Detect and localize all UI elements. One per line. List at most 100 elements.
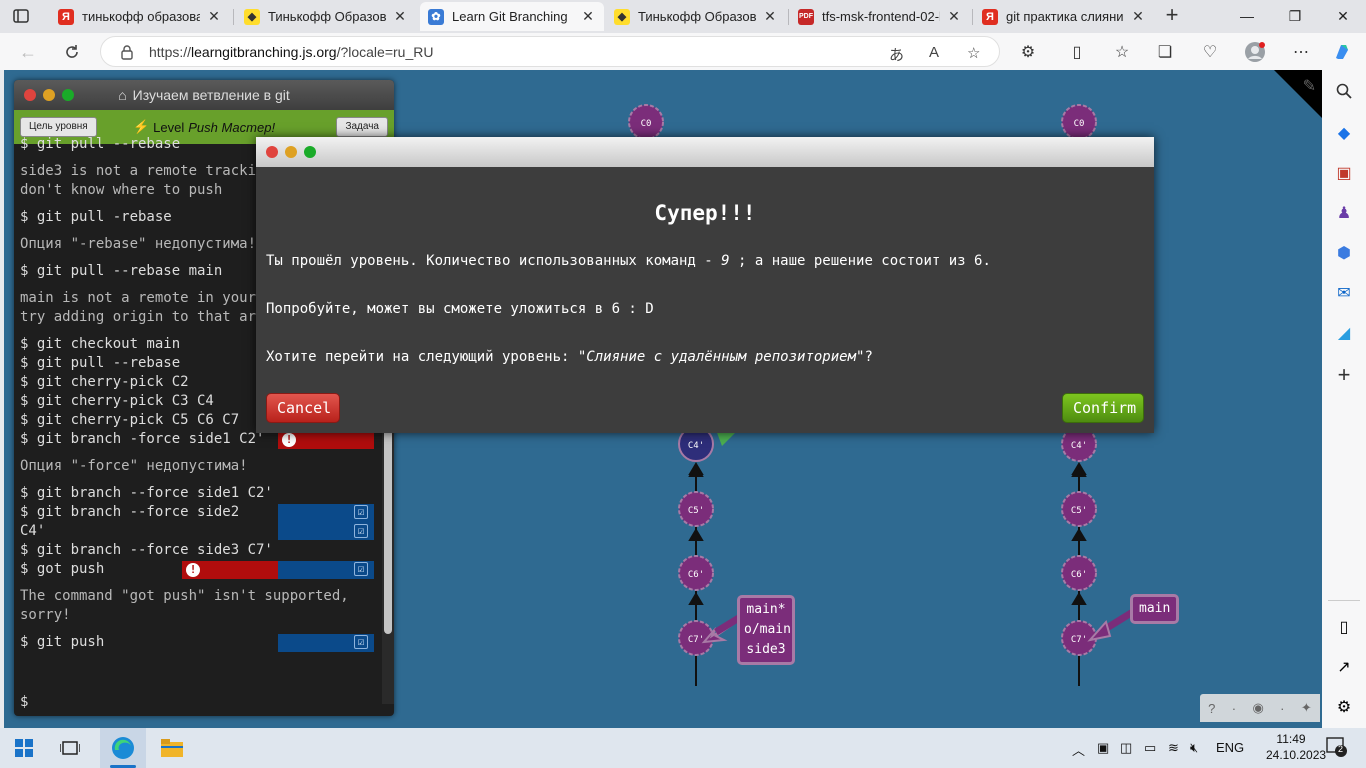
search-icon[interactable] — [1333, 80, 1355, 102]
windows-start-icon[interactable] — [10, 734, 38, 762]
input-language[interactable]: ENG — [1216, 740, 1244, 755]
close-tab-icon[interactable]: ✕ — [206, 8, 222, 25]
commit-node[interactable]: C0 — [628, 104, 664, 140]
minimize-dot-icon[interactable] — [43, 89, 55, 101]
twitter-icon[interactable]: ✦ — [1301, 700, 1312, 716]
edge-taskbar-icon[interactable] — [100, 728, 146, 768]
branch-label-main[interactable]: main — [1130, 594, 1180, 624]
windows-taskbar: ︿ ▣ ◫ ▭ ≋ 🔇︎ ENG 11:49 24.10.2023 2 — [0, 728, 1366, 768]
battery-icon[interactable]: ▭ — [1144, 740, 1156, 756]
browser-tab-5[interactable]: PDF tfs-msk-frontend-02-h ✕ — [790, 2, 970, 31]
clock-time: 11:49 — [1276, 732, 1306, 746]
level-task-button[interactable]: Задача — [336, 117, 388, 137]
tray-device-icon[interactable]: ◫ — [1120, 740, 1132, 756]
browser-essentials-icon[interactable]: ♡ — [1198, 40, 1222, 64]
new-tab-button[interactable]: + — [1161, 4, 1183, 27]
close-dot-icon[interactable] — [266, 146, 278, 158]
minimize-button[interactable]: — — [1224, 4, 1270, 28]
drop-icon[interactable]: ◢ — [1333, 322, 1355, 344]
terminal-line: $ git pull -rebase — [20, 209, 172, 225]
shopping-tag-icon[interactable]: ◆ — [1333, 122, 1355, 144]
browser-tab-2[interactable]: ◆ Тинькофф Образование ✕ — [236, 2, 416, 31]
split-screen-icon[interactable]: ▯ — [1065, 40, 1089, 64]
terminal-line: $ git pull --rebase main — [20, 263, 223, 279]
extensions-icon[interactable]: ⚙ — [1016, 40, 1040, 64]
back-icon[interactable]: ← — [16, 40, 40, 64]
restore-button[interactable]: ❐ — [1272, 4, 1318, 28]
tray-chevron-icon[interactable]: ︿ — [1072, 740, 1085, 759]
commit-node[interactable]: C0 — [1061, 104, 1097, 140]
terminal-line: sorry! — [20, 607, 71, 623]
copilot-icon[interactable] — [1330, 40, 1354, 64]
next-level-name: "Слияние с удалённым репозиторием" — [577, 349, 865, 365]
microsoft365-icon[interactable]: ⬢ — [1333, 242, 1355, 264]
zoom-dot-icon[interactable] — [304, 146, 316, 158]
browser-tab-3[interactable]: ✿ Learn Git Branching ✕ — [420, 2, 604, 31]
add-sidebar-app-icon[interactable]: + — [1333, 362, 1355, 387]
next-level-prompt: Хотите перейти на следующий уровень: — [266, 349, 578, 365]
close-tab-icon[interactable]: ✕ — [762, 8, 778, 25]
close-dot-icon[interactable] — [24, 89, 36, 101]
close-tab-icon[interactable]: ✕ — [1130, 8, 1146, 25]
tray-app-icon[interactable]: ▣ — [1097, 740, 1109, 756]
refresh-icon[interactable] — [60, 40, 84, 64]
globe-icon[interactable]: ◉ — [1252, 700, 1263, 716]
terminal-line: C4' — [20, 523, 46, 539]
settings-gear-icon[interactable]: ⚙ — [1333, 696, 1355, 718]
commit-node[interactable]: C6' — [678, 555, 714, 591]
commit-node[interactable]: C5' — [1061, 491, 1097, 527]
speaker-muted-icon[interactable]: 🔇︎ — [1190, 740, 1198, 756]
success-check-icon: ☑ — [354, 524, 368, 538]
home-icon: ⌂ — [118, 87, 127, 103]
file-explorer-icon[interactable] — [158, 734, 186, 762]
minimize-dot-icon[interactable] — [285, 146, 297, 158]
close-tab-icon[interactable]: ✕ — [392, 8, 408, 25]
commit-node[interactable]: C6' — [1061, 555, 1097, 591]
tab-actions-icon[interactable] — [10, 6, 32, 26]
favorites-icon[interactable]: ☆ — [1110, 40, 1134, 64]
wifi-icon[interactable]: ≋ — [1168, 740, 1179, 756]
help-icon[interactable]: ? — [1208, 701, 1215, 716]
cancel-button[interactable]: Cancel — [266, 393, 340, 423]
outlook-icon[interactable]: ✉ — [1333, 282, 1355, 304]
favorite-star-icon[interactable]: ☆ — [967, 44, 980, 62]
branch-label-main-origin-side3[interactable]: main* o/main side3 — [737, 595, 795, 665]
profile-avatar[interactable] — [1243, 40, 1267, 64]
dialog-heading: Супер!!! — [654, 201, 756, 225]
commit-label: C5' — [1071, 506, 1087, 516]
pdf-icon: PDF — [798, 8, 814, 25]
pin-icon[interactable]: ✎ — [1303, 76, 1316, 96]
read-aloud-icon[interactable]: A — [929, 44, 939, 61]
terminal-titlebar: ⌂ Изучаем ветвление в git — [14, 80, 394, 110]
browser-tab-6[interactable]: Я git практика слияние ✕ — [974, 2, 1154, 31]
dialog-titlebar — [256, 137, 1154, 167]
url-field[interactable]: https://learngitbranching.js.org/?locale… — [100, 36, 1000, 67]
collections-icon[interactable]: ❏ — [1153, 40, 1177, 64]
zoom-dot-icon[interactable] — [62, 89, 74, 101]
notifications-icon[interactable]: 2 — [1326, 736, 1348, 758]
close-window-button[interactable]: ✕ — [1320, 4, 1366, 28]
commit-node[interactable]: C5' — [678, 491, 714, 527]
level-goal-button[interactable]: Цель уровня — [20, 117, 97, 137]
error-warning-icon: ! — [186, 563, 200, 577]
tab-title: тинькофф образование — [82, 9, 200, 24]
translate-icon[interactable]: あ — [889, 44, 904, 65]
commit-label: C4' — [688, 441, 704, 451]
close-tab-icon[interactable]: ✕ — [580, 8, 596, 25]
system-clock[interactable]: 11:49 24.10.2023 — [1266, 731, 1326, 763]
commit-label: C4' — [1071, 441, 1087, 451]
external-link-icon[interactable]: ↗ — [1333, 656, 1355, 678]
confirm-button[interactable]: Confirm — [1062, 393, 1144, 423]
tools-icon[interactable]: ▣ — [1333, 162, 1355, 184]
task-view-icon[interactable] — [56, 734, 84, 762]
games-icon[interactable]: ♟ — [1333, 202, 1355, 224]
terminal-prompt[interactable]: $ — [20, 694, 28, 710]
tab-title: Тинькофф Образование — [268, 9, 386, 24]
browser-tab-1[interactable]: Я тинькофф образование ✕ — [50, 2, 230, 31]
branch-name: o/main — [744, 622, 791, 637]
hide-sidebar-icon[interactable]: ▯ — [1333, 616, 1355, 638]
browser-tab-4[interactable]: ◆ Тинькофф Образование ✕ — [606, 2, 786, 31]
close-tab-icon[interactable]: ✕ — [946, 8, 962, 25]
terminal-line: The command "got push" isn't supported, — [20, 588, 349, 604]
more-menu-icon[interactable]: ⋯ — [1289, 40, 1313, 64]
